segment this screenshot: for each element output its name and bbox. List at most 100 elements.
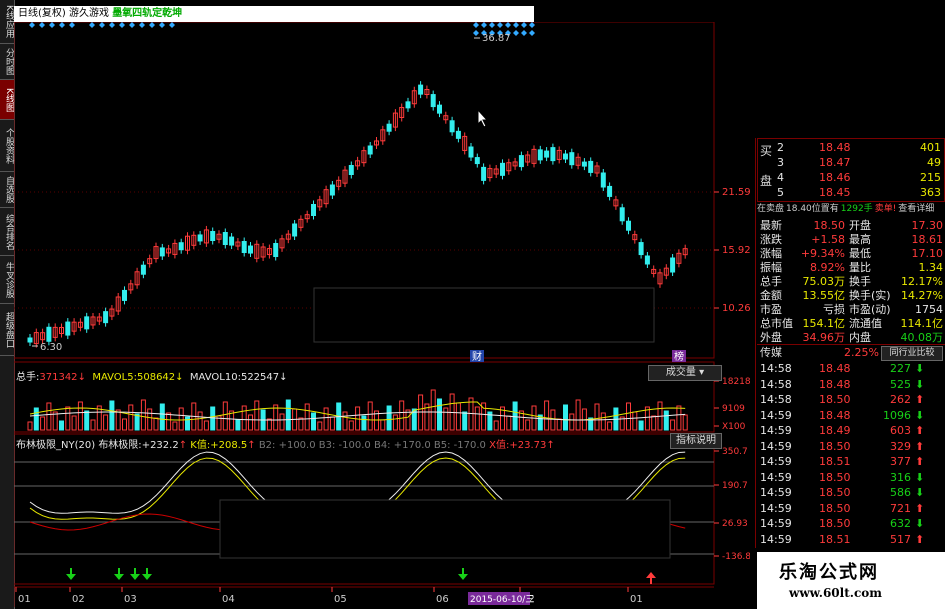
- indicator-axis-label: -136.8: [722, 552, 750, 562]
- signal-diamond-icon: [505, 22, 511, 28]
- tick-row: 14:59 18.50 586 ⬇: [757, 485, 945, 500]
- tick-volume: 377: [890, 455, 911, 468]
- stat-label: 流通值: [849, 317, 882, 330]
- volume-bar: [77, 401, 83, 431]
- signal-diamond-icon: [497, 22, 503, 28]
- stat-label: 换手(实): [849, 289, 891, 302]
- volume-bar: [569, 413, 575, 431]
- volume-bar: [27, 421, 33, 431]
- stat-row: 市盈 亏损 市盈(动) 1754: [757, 302, 945, 317]
- tick-time: 14:59: [760, 455, 792, 468]
- volume-bar: [115, 409, 121, 431]
- signal-diamond-icon: [529, 22, 535, 28]
- volume-bar: [153, 417, 159, 431]
- volume-bar: [626, 402, 631, 431]
- left-tab[interactable]: 自选股: [0, 172, 14, 208]
- bid-level: 2: [777, 141, 784, 154]
- left-tab[interactable]: K线图: [0, 80, 14, 120]
- volume-bar: [33, 407, 39, 431]
- overlay-box: [219, 499, 671, 559]
- stat-row: 总市值 154.1亿 流通值 114.1亿: [757, 316, 945, 331]
- volume-bar: [222, 401, 228, 431]
- volume-bar: [285, 399, 291, 431]
- candle-body: [468, 146, 474, 158]
- candle-body: [248, 245, 253, 254]
- left-tab-bar: K线应用 分时图 K线图 个股资料 自选股 综合排名 牛叉诊股 超级盘口: [0, 0, 15, 609]
- tick-price: 18.50: [819, 393, 851, 406]
- tick-time: 14:59: [760, 470, 792, 484]
- sector-name[interactable]: 传媒: [760, 345, 782, 360]
- candle-body: [159, 247, 165, 257]
- volume-bar: [329, 416, 335, 431]
- tick-row: 14:58 18.48 227 ⬇: [757, 361, 945, 376]
- volume-bar: [84, 410, 90, 431]
- volume-bar: [65, 406, 71, 431]
- candle-body: [367, 145, 373, 155]
- tick-time: 14:59: [760, 532, 792, 546]
- stock-chart[interactable]: 21.59 15.92 10.26 36.87 6.30 财 榜 18218 9109 X100 3…: [14, 22, 750, 607]
- signal-diamond-icon: [109, 22, 115, 28]
- left-tab[interactable]: 综合排名: [0, 208, 14, 256]
- tick-price: 18.50: [819, 470, 851, 484]
- order-notice[interactable]: 在卖盘 18.40位置有 1292手 卖单! 查看详细: [757, 202, 945, 217]
- volume-bar: [676, 405, 682, 431]
- notice-text: 卖单!: [874, 204, 897, 214]
- chart-title-bar: 日线(复权) 游久游戏 墨氧四轨定乾坤: [14, 6, 534, 22]
- high-price-label: 36.87: [482, 33, 511, 44]
- time-axis-label: 04: [222, 594, 235, 605]
- tick-row: 14:58 18.48 525 ⬇: [757, 377, 945, 392]
- left-tab[interactable]: 牛叉诊股: [0, 256, 14, 304]
- signal-diamond-icon: [89, 22, 95, 28]
- candle-body: [607, 185, 613, 197]
- stat-value: 18.50: [813, 219, 846, 232]
- candle-body: [405, 101, 411, 109]
- signal-diamond-icon: [59, 22, 65, 28]
- bid-volume: 49: [927, 156, 941, 169]
- volume-bar: [361, 415, 367, 431]
- sector-compare-button[interactable]: 同行业比较: [881, 346, 943, 361]
- volume-bar: [128, 404, 134, 431]
- watermark-name: 乐淘公式网: [779, 562, 879, 583]
- left-tab[interactable]: 分时图: [0, 44, 14, 80]
- buy-signal-arrow-icon: [66, 568, 76, 580]
- volume-bar: [506, 415, 512, 431]
- candle-body: [455, 130, 461, 139]
- notice-text: 1292手: [840, 204, 873, 214]
- volume-bar: [140, 399, 146, 431]
- volume-bar: [266, 418, 272, 431]
- left-tab[interactable]: 超级盘口: [0, 304, 14, 356]
- mouse-cursor-icon: [477, 108, 489, 128]
- volume-ma5-line: [29, 401, 686, 421]
- left-tab[interactable]: K线应用: [0, 0, 14, 44]
- signal-diamond-icon: [521, 30, 527, 36]
- stat-value: +9.34%: [800, 247, 845, 260]
- buy-signal-arrow-icon: [142, 568, 152, 580]
- volume-bar: [607, 421, 613, 431]
- volume-bar: [159, 403, 165, 431]
- left-tab[interactable]: 个股资料: [0, 120, 14, 172]
- stat-value: 34.96万: [802, 331, 846, 344]
- indicator-help-button[interactable]: 指标说明: [670, 433, 722, 449]
- stat-label: 外盘: [760, 331, 782, 344]
- period-label[interactable]: 日线(复权): [18, 8, 66, 19]
- tick-time: 14:59: [760, 424, 792, 437]
- volume-indicator-button[interactable]: 成交量 ▾: [648, 365, 722, 381]
- signal-diamond-icon: [521, 22, 527, 28]
- volume-bar: [166, 412, 172, 431]
- candle-body: [430, 94, 436, 108]
- stat-value: 1754: [915, 303, 943, 316]
- time-axis-label: 01: [630, 594, 643, 605]
- candle-body: [581, 161, 587, 167]
- watermark-box: 乐淘公式网 www.60lt.com: [757, 552, 945, 609]
- volume-bar: [172, 421, 178, 431]
- up-arrow-icon: ⬆: [915, 455, 925, 468]
- tick-time: 14:58: [760, 377, 792, 391]
- signal-diamond-icon: [39, 22, 45, 28]
- candle-body: [518, 155, 524, 168]
- volume-bar: [71, 415, 77, 431]
- signal-diamond-icon: [119, 22, 125, 28]
- stat-label: 换手: [849, 275, 871, 288]
- candle-body: [644, 255, 650, 265]
- volume-bar: [134, 413, 140, 431]
- volume-bar: [405, 409, 411, 431]
